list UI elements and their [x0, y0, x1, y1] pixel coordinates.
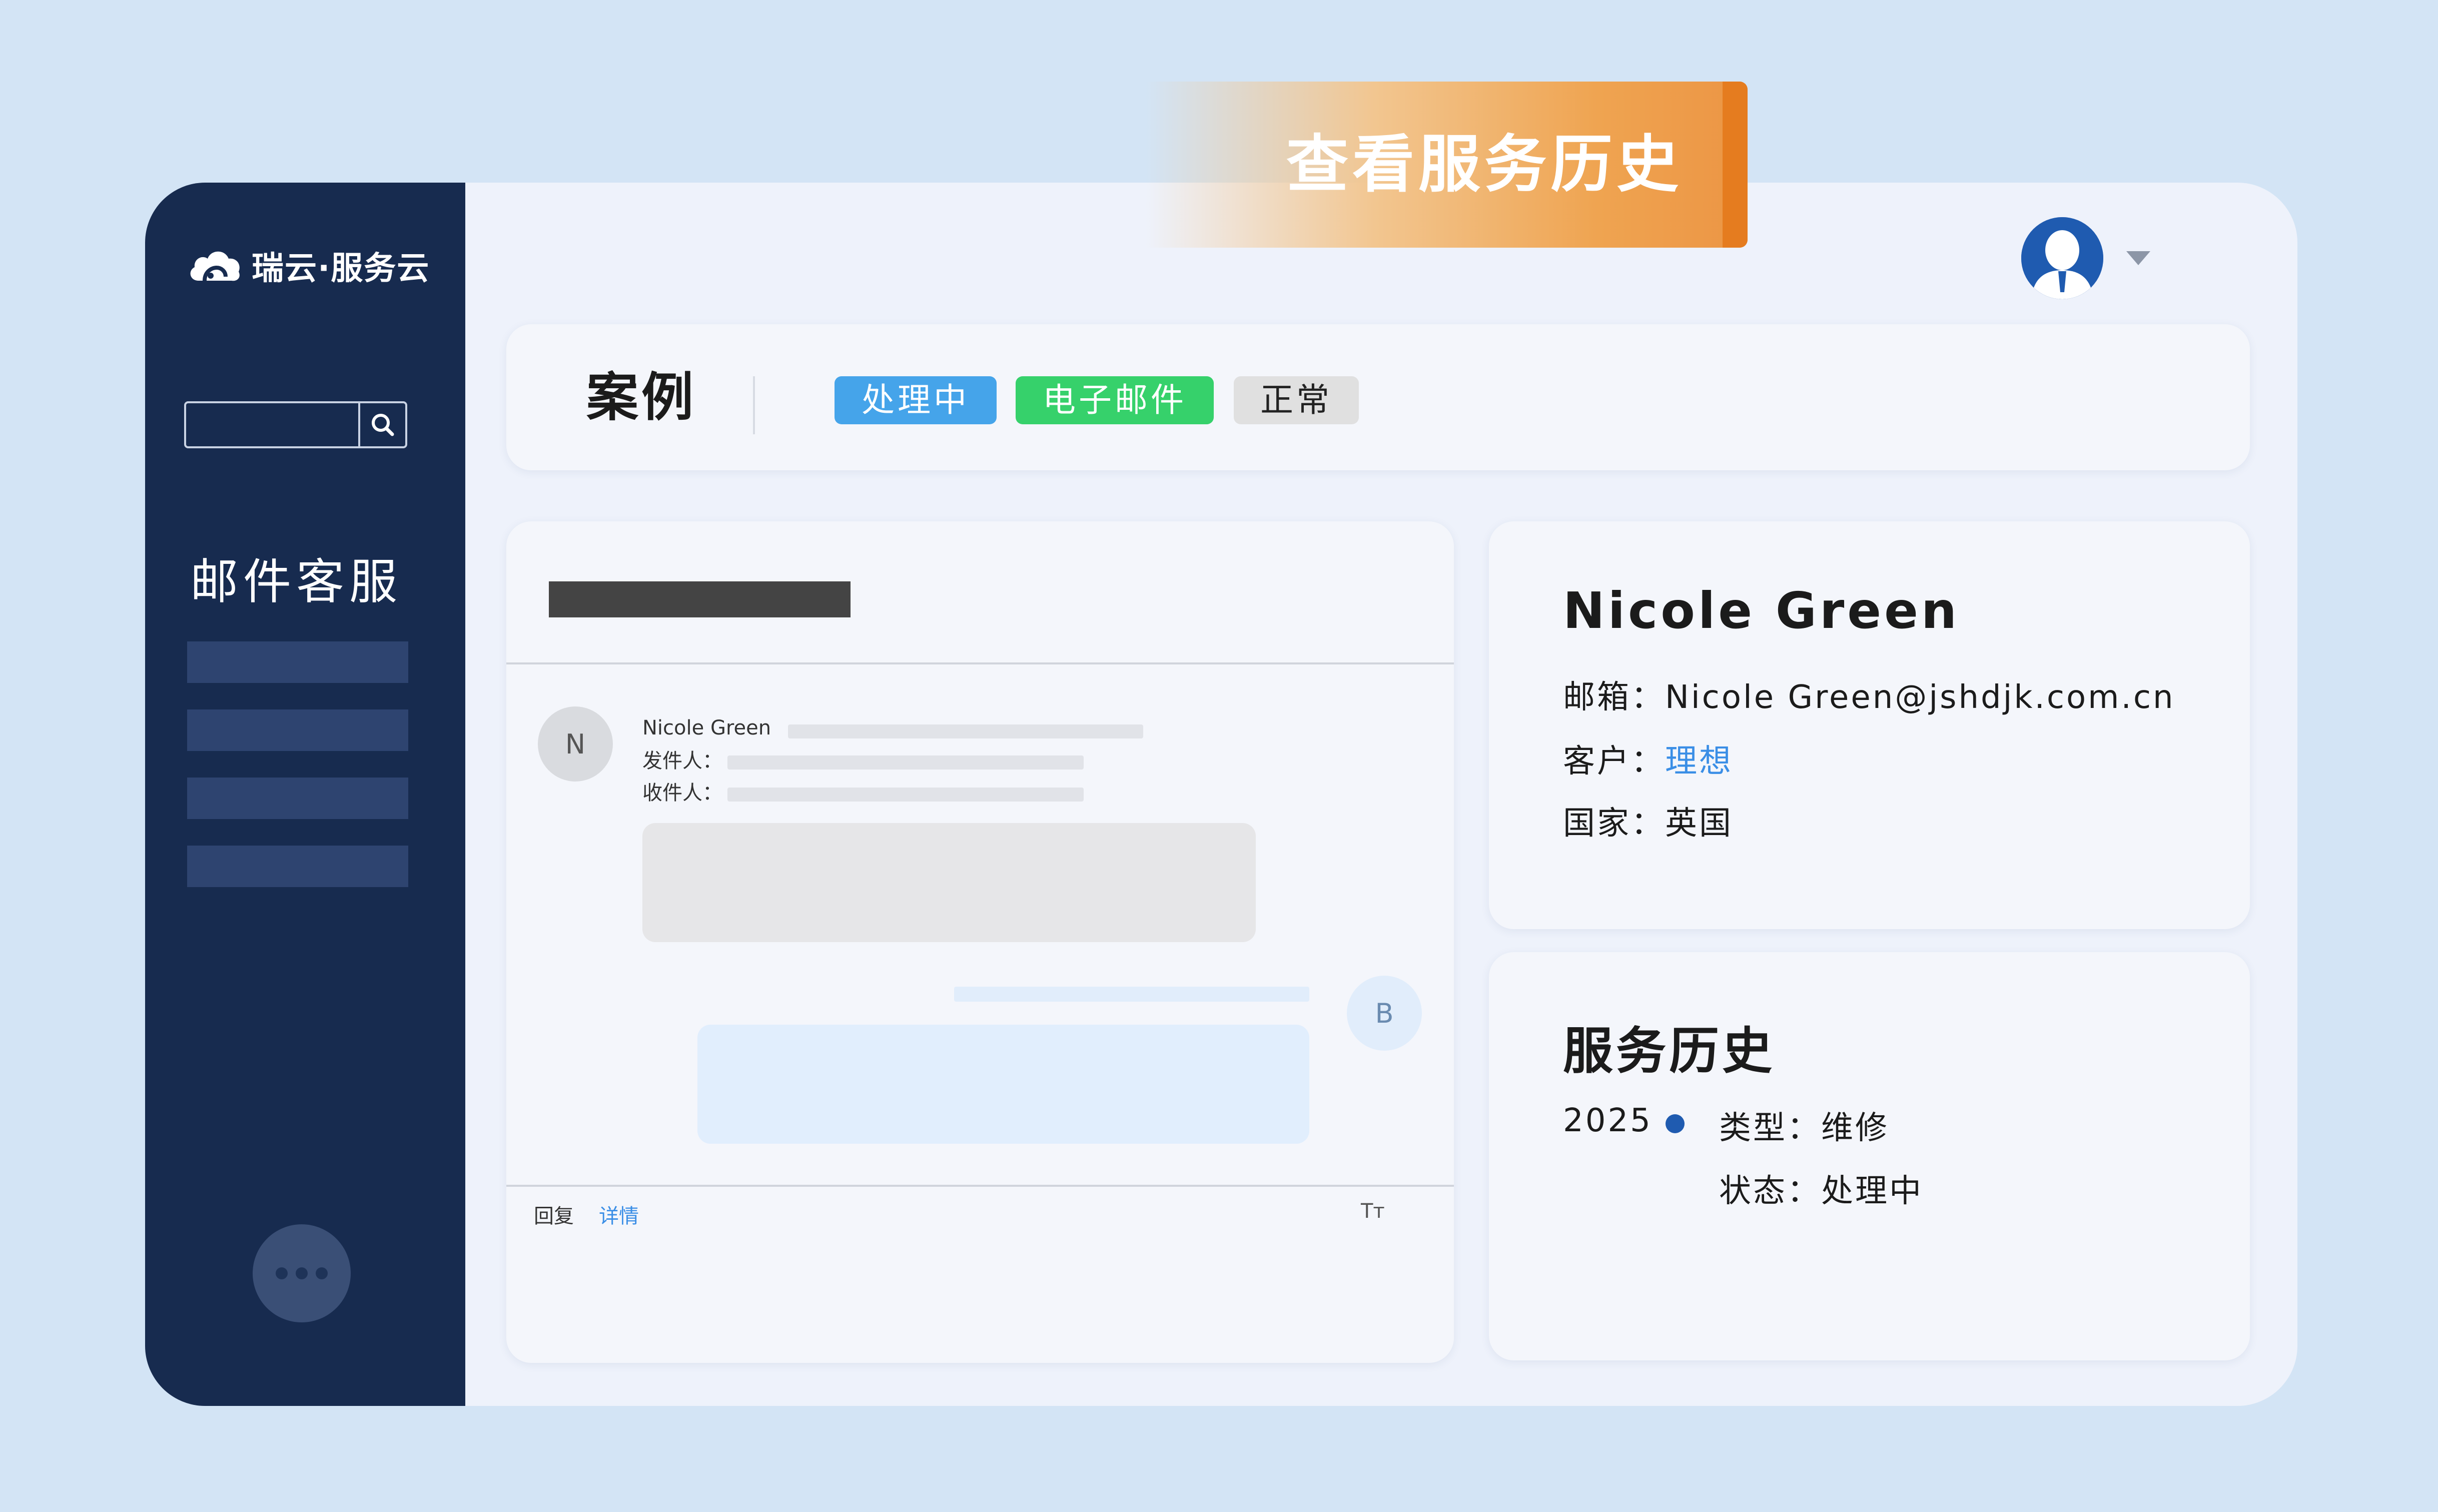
- banner-stripe: [1723, 82, 1748, 248]
- channel-tag-email[interactable]: 电子邮件: [1016, 376, 1214, 424]
- customer-name: Nicole Green: [1563, 581, 1960, 640]
- banner-title: 查看服务历史: [1286, 129, 1683, 201]
- history-type: 维修: [1821, 1110, 1889, 1147]
- message-bubble-sent: [697, 1025, 1309, 1144]
- from-label: 发件人：: [642, 749, 722, 773]
- more-dots-icon: [276, 1267, 288, 1279]
- search-input[interactable]: [186, 403, 361, 446]
- text-format-icon[interactable]: Tт: [1361, 1200, 1385, 1223]
- sidebar-section-title: 邮件客服: [190, 554, 402, 610]
- sidebar-item-4[interactable]: [187, 846, 408, 887]
- text-placeholder: [954, 987, 1309, 1002]
- client-label: 客户：: [1563, 743, 1665, 780]
- user-menu-chevron-down-icon[interactable]: [2126, 251, 2150, 265]
- email-subject-placeholder: [549, 581, 851, 617]
- more-dot: [316, 1267, 328, 1279]
- status-tag-processing[interactable]: 处理中: [835, 376, 997, 424]
- to-label: 收件人：: [642, 782, 722, 805]
- message-bubble-received: [642, 823, 1256, 942]
- sidebar-item-2[interactable]: [187, 709, 408, 751]
- text-placeholder: [727, 788, 1084, 802]
- sidebar: 瑞云·服务云 邮件客服: [145, 183, 465, 1406]
- history-year: 2025: [1563, 1102, 1653, 1139]
- banner: 查看服务历史: [1146, 82, 1748, 248]
- type-label: 类型：: [1719, 1110, 1821, 1147]
- customer-client-row: 客户：理想: [1563, 735, 1733, 782]
- user-icon: [2021, 217, 2103, 299]
- text-placeholder: [727, 755, 1084, 770]
- search-button[interactable]: [358, 403, 405, 446]
- country-label: 国家：: [1563, 805, 1665, 842]
- divider: [506, 1185, 1454, 1187]
- client-link[interactable]: 理想: [1665, 743, 1733, 780]
- customer-country-row: 国家：英国: [1563, 798, 1733, 844]
- email-label: 邮箱：: [1563, 679, 1665, 716]
- divider: [506, 662, 1454, 664]
- search-icon: [372, 414, 394, 436]
- text-placeholder: [788, 724, 1143, 738]
- sender-name: Nicole Green: [642, 716, 771, 739]
- customer-info-card: Nicole Green 邮箱：Nicole Green@jshdjk.com.…: [1489, 521, 2250, 929]
- logo-text: 瑞云·服务云: [252, 250, 430, 287]
- logo: 瑞云·服务云: [188, 243, 430, 289]
- sidebar-item-1[interactable]: [187, 641, 408, 683]
- cloud-logo-icon: [190, 251, 240, 281]
- history-title: 服务历史: [1563, 1022, 1775, 1080]
- history-type-row: 类型：维修: [1719, 1102, 1889, 1148]
- sidebar-item-3[interactable]: [187, 778, 408, 819]
- reply-tab[interactable]: 回复: [534, 1200, 574, 1229]
- agent-avatar: B: [1347, 976, 1422, 1051]
- divider: [753, 376, 755, 434]
- status-label: 状态：: [1719, 1173, 1821, 1210]
- sender-avatar: N: [538, 706, 613, 782]
- more-dot: [296, 1267, 308, 1279]
- more-button[interactable]: [253, 1224, 351, 1322]
- service-history-card: 服务历史 2025 类型：维修 状态：处理中: [1489, 952, 2250, 1360]
- priority-tag-normal[interactable]: 正常: [1234, 376, 1359, 424]
- history-status: 处理中: [1821, 1173, 1923, 1210]
- customer-email[interactable]: Nicole Green@jshdjk.com.cn: [1665, 679, 2175, 716]
- email-thread-card: N Nicole Green 发件人： 收件人： B 回复 详情 Tт: [506, 521, 1454, 1363]
- case-title: 案例: [586, 367, 697, 428]
- search-box: [184, 401, 407, 448]
- user-avatar[interactable]: [2021, 217, 2103, 299]
- details-tab[interactable]: 详情: [599, 1200, 639, 1229]
- timeline-dot-icon: [1666, 1114, 1685, 1133]
- customer-email-row: 邮箱：Nicole Green@jshdjk.com.cn: [1563, 671, 2175, 717]
- case-header-card: 案例 处理中 电子邮件 正常: [506, 324, 2250, 470]
- customer-country: 英国: [1665, 805, 1733, 842]
- history-status-row: 状态：处理中: [1719, 1165, 1923, 1211]
